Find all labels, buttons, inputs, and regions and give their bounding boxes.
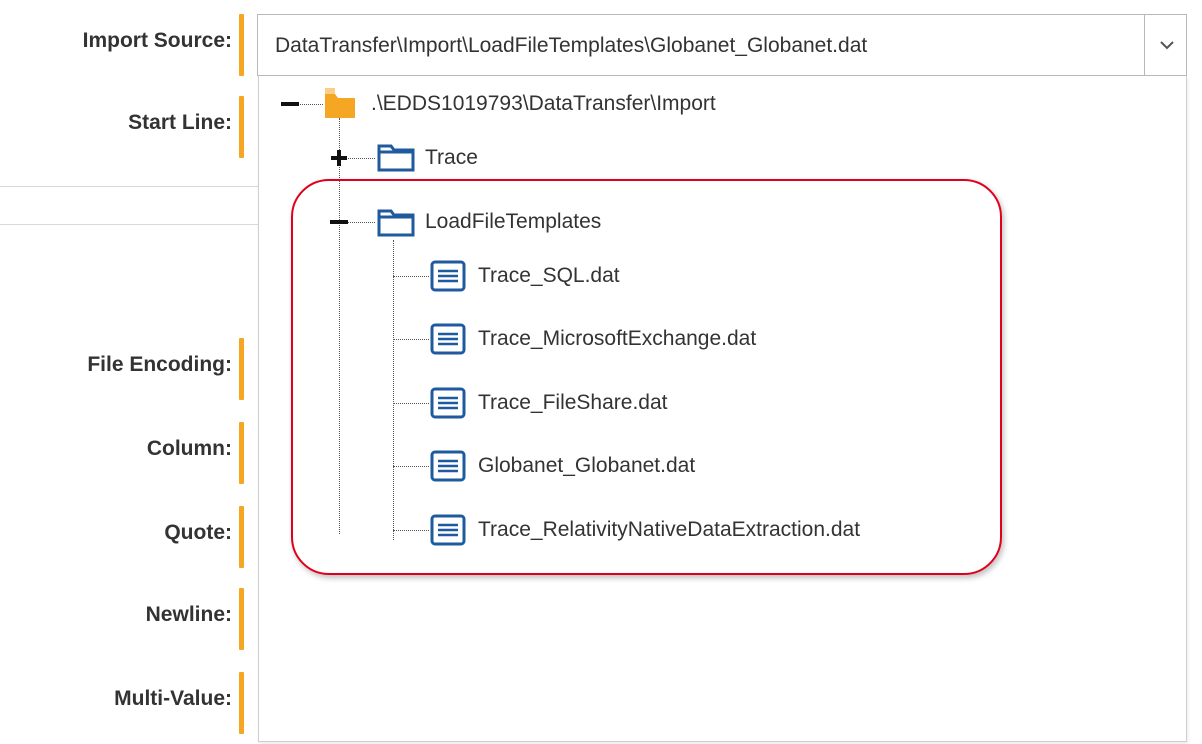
select-divider (1144, 15, 1145, 75)
tree-node-loadfiletemplates-label[interactable]: LoadFileTemplates (425, 210, 601, 234)
section-divider-bottom (0, 224, 258, 225)
newline-required-bar (239, 588, 244, 650)
tree-file-label[interactable]: Trace_MicrosoftExchange.dat (478, 327, 756, 351)
file-text-icon (430, 450, 466, 482)
multi-value-required-bar (239, 672, 244, 734)
expand-plus-icon[interactable] (329, 148, 349, 168)
import-source-required-bar (239, 14, 244, 76)
file-encoding-label: File Encoding: (87, 353, 232, 376)
tree-node-trace-label[interactable]: Trace (425, 146, 478, 170)
file-connector-3 (393, 403, 429, 404)
quote-required-bar (239, 506, 244, 568)
file-text-icon (430, 514, 466, 546)
quote-label: Quote: (164, 521, 232, 544)
import-source-value: DataTransfer\Import\LoadFileTemplates\Gl… (275, 34, 868, 57)
root-connector (297, 104, 323, 105)
file-connector-5 (393, 530, 429, 531)
file-encoding-required-bar (239, 338, 244, 400)
file-text-icon (430, 260, 466, 292)
file-connector-4 (393, 466, 429, 467)
import-source-select[interactable]: DataTransfer\Import\LoadFileTemplates\Gl… (257, 14, 1187, 76)
folder-icon (377, 144, 415, 172)
tree-node-root-label[interactable]: .\EDDS1019793\DataTransfer\Import (371, 92, 716, 116)
tree-file-label[interactable]: Trace_FileShare.dat (478, 391, 667, 415)
file-connector-1 (393, 276, 429, 277)
newline-label: Newline: (145, 603, 232, 626)
collapse-minus-icon[interactable] (280, 98, 300, 110)
multi-value-label: Multi-Value: (114, 687, 232, 710)
file-text-icon (430, 323, 466, 355)
file-connector-2 (393, 339, 429, 340)
start-line-label: Start Line: (128, 111, 232, 134)
import-source-tree-dropdown (258, 76, 1187, 742)
tree-file-label[interactable]: Trace_SQL.dat (478, 264, 620, 288)
folder-icon (377, 209, 415, 237)
loadfiletemplates-children-trunk (393, 240, 394, 540)
tree-file-label[interactable]: Globanet_Globanet.dat (478, 454, 695, 478)
column-required-bar (239, 422, 244, 484)
file-text-icon (430, 387, 466, 419)
tree-file-label[interactable]: Trace_RelativityNativeDataExtraction.dat (478, 518, 860, 542)
chevron-down-icon[interactable] (1157, 37, 1177, 53)
import-source-label: Import Source: (82, 29, 232, 52)
folder-open-icon (325, 88, 355, 118)
root-children-trunk (339, 118, 340, 534)
section-divider-top (0, 186, 258, 187)
collapse-minus-icon[interactable] (329, 216, 349, 228)
start-line-required-bar (239, 96, 244, 158)
column-label: Column: (146, 437, 232, 460)
